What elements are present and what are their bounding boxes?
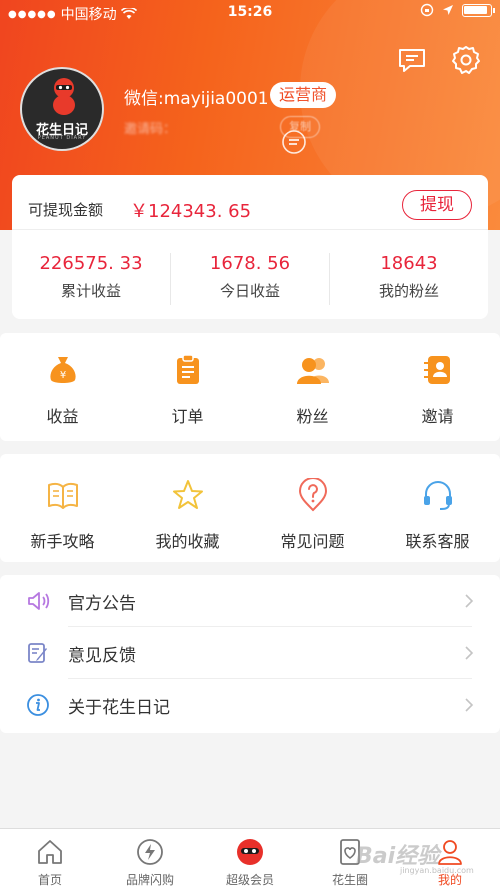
tab-brand-flash-sale[interactable]: 品牌闪购 [100,833,200,888]
stat-value: 18643 [380,253,438,274]
stat-label: 累计收益 [60,282,121,300]
tab-home[interactable]: 首页 [0,833,100,888]
grid-label: 邀请 [421,407,454,426]
stat-value: 226575. 33 [39,253,143,274]
wallet-card: 可提现金额 ￥124343. 65 提现 226575. 33 累计收益 167… [12,175,488,319]
tab-super-member[interactable]: 超级会员 [200,833,300,888]
wechat-id: 微信:mayijia0001 [124,89,269,109]
watermark-url: jingyan.baidu.com [400,866,474,875]
stat-label: 我的粉丝 [378,282,439,300]
grid-item-faq[interactable]: 常见问题 [250,478,375,552]
stat-total-earnings[interactable]: 226575. 33 累计收益 [12,253,170,301]
list-label: 意见反馈 [68,646,136,666]
grid-item-my-favorites[interactable]: 我的收藏 [125,478,250,552]
mascot-icon [237,839,263,865]
grid-label: 订单 [171,407,204,426]
headset-icon [423,481,452,510]
list-item-announcements[interactable]: 官方公告 [0,575,500,627]
location-icon [443,5,453,15]
grid-label: 常见问题 [280,532,345,551]
grid-item-fans[interactable]: 粉丝 [250,353,375,427]
list-item-feedback[interactable]: 意见反馈 [0,627,500,679]
stat-my-fans[interactable]: 18643 我的粉丝 [330,253,488,301]
chevron-right-icon [465,646,474,660]
role-badge: 运营商 [270,82,337,108]
tools-grid: 新手攻略 我的收藏 常见问题 联系客服 [0,454,500,562]
invite-code-row: 邀请码： [124,122,177,137]
avatar-brand-subtext: PEANUT DIARY [37,135,87,141]
stat-value: 1678. 56 [209,253,291,274]
withdrawable-row: 可提现金额 ￥124343. 65 提现 [12,175,488,230]
withdrawable-amount: ￥124343. 65 [130,201,252,222]
grid-item-customer-service[interactable]: 联系客服 [375,478,500,552]
gear-icon[interactable] [450,44,482,76]
tab-label: 花生圈 [331,873,368,887]
svg-text:¥: ¥ [59,370,65,381]
chevron-right-icon [465,698,474,712]
home-icon [38,840,62,864]
grid-label: 粉丝 [296,407,329,426]
clock: 15:26 [227,4,273,20]
withdraw-button[interactable]: 提现 [402,190,472,220]
feedback-icon [28,643,47,663]
tab-label: 品牌闪购 [125,873,174,887]
grid-item-invite[interactable]: 邀请 [375,353,500,427]
message-icon[interactable] [396,44,428,76]
question-icon [298,478,327,512]
avatar[interactable]: 花生日记 PEANUT DIARY [20,67,104,151]
star-icon [172,480,203,509]
grid-label: 收益 [46,407,79,426]
flash-icon [137,839,163,865]
rotation-lock-icon [420,3,434,17]
fans-icon [296,358,329,384]
peanut-mascot-icon [53,78,75,115]
money-bag-icon: ¥ [49,357,76,383]
grid-item-orders[interactable]: 订单 [125,353,250,427]
invite-icon [423,356,450,384]
status-bar: ●●●●● 中国移动 15:26 [0,0,500,26]
chat-bubble-icon[interactable] [280,128,308,156]
list-label: 官方公告 [68,594,136,614]
withdrawable-label: 可提现金额 [28,201,104,219]
grid-label: 新手攻略 [30,532,95,551]
grid-item-beginner-guide[interactable]: 新手攻略 [0,478,125,552]
list-item-about[interactable]: 关于花生日记 [0,679,500,731]
tab-label: 超级会员 [225,873,274,887]
clipboard-icon [176,354,199,384]
stat-today-earnings[interactable]: 1678. 56 今日收益 [171,253,329,301]
grid-item-earnings[interactable]: ¥ 收益 [0,353,125,427]
grid-label: 我的收藏 [155,532,220,551]
battery-icon [462,3,495,17]
speaker-icon [28,592,50,610]
stat-label: 今日收益 [219,282,280,300]
book-icon [47,482,78,509]
settings-list: 官方公告 意见反馈 关于花生日记 [0,575,500,733]
list-label: 关于花生日记 [68,698,170,718]
chevron-right-icon [465,594,474,608]
user-icon [438,840,462,865]
info-icon [27,694,49,716]
tab-label: 首页 [37,873,62,887]
grid-label: 联系客服 [405,532,470,551]
main-grid: ¥ 收益 订单 粉丝 邀请 [0,333,500,441]
